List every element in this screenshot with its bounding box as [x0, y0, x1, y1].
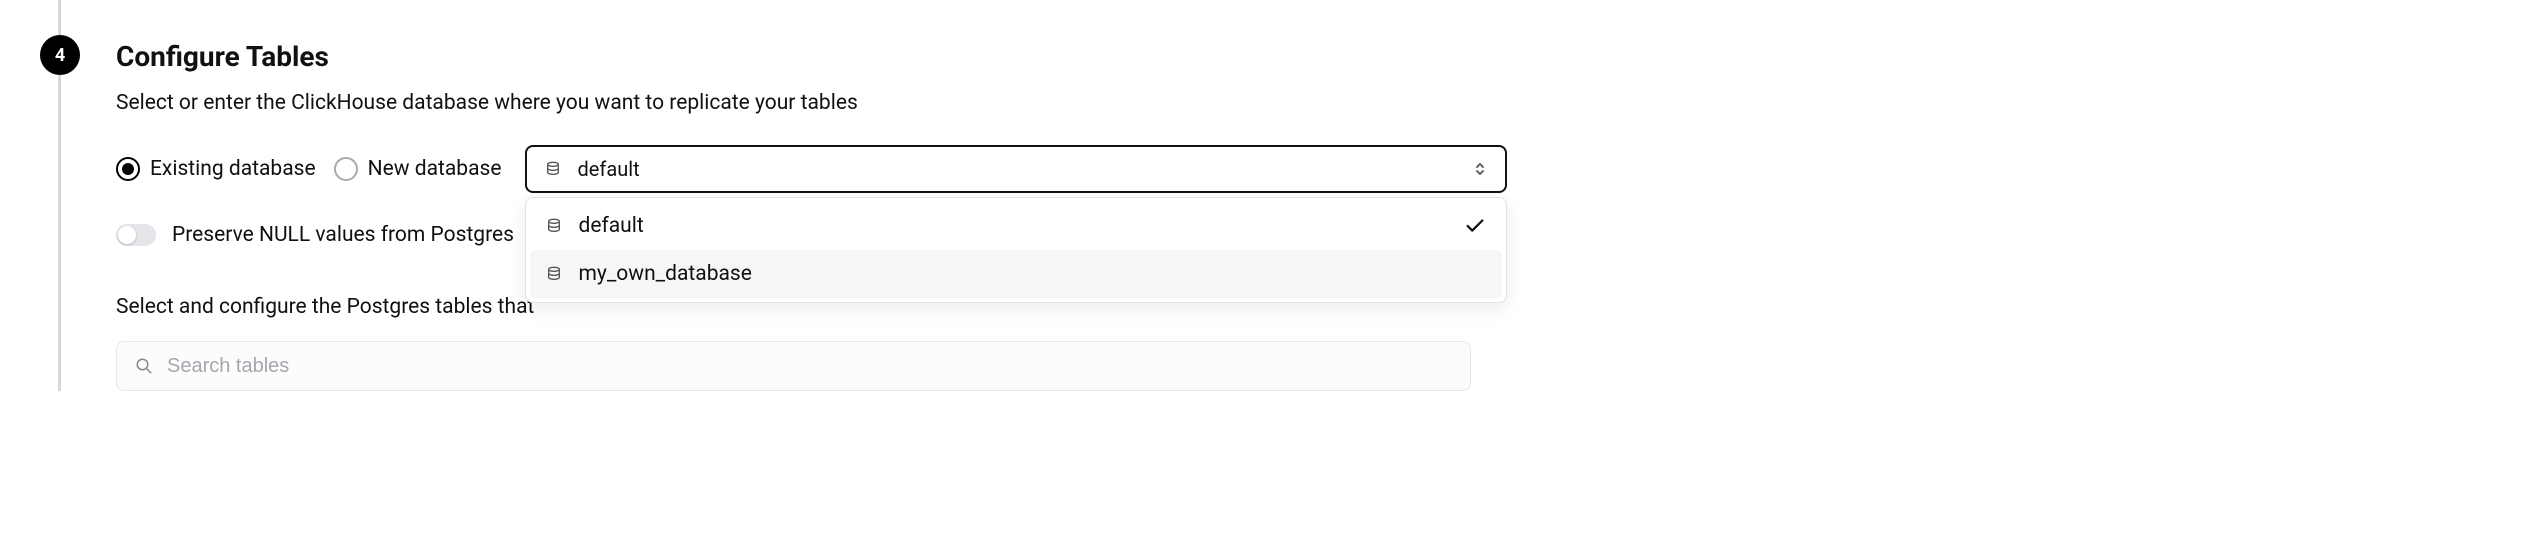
check-icon	[1464, 215, 1486, 237]
radio-label: Existing database	[150, 157, 316, 181]
database-icon	[546, 266, 562, 282]
database-select: default	[525, 145, 1507, 193]
database-icon	[546, 218, 562, 234]
dropdown-option-my-own-database[interactable]: my_own_database	[530, 250, 1502, 298]
radio-existing-database[interactable]: Existing database	[116, 157, 316, 181]
database-select-trigger[interactable]: default	[525, 145, 1507, 193]
search-tables-input[interactable]	[167, 355, 1452, 378]
database-select-value: default	[577, 157, 639, 181]
preserve-null-toggle[interactable]	[116, 224, 156, 246]
step-number-badge: 4	[40, 35, 80, 75]
search-icon	[135, 357, 153, 375]
db-mode-radio-group: Existing database New database	[116, 157, 501, 181]
dropdown-option-default[interactable]: default	[530, 202, 1502, 250]
step-title: Configure Tables	[116, 10, 2528, 91]
dropdown-option-label: default	[578, 214, 643, 238]
radio-label: New database	[368, 157, 502, 181]
toggle-knob	[118, 226, 136, 244]
database-dropdown: default	[525, 197, 1507, 303]
radio-circle-icon	[334, 157, 358, 181]
radio-circle-icon	[116, 157, 140, 181]
search-tables-box[interactable]	[116, 341, 1471, 391]
step-number: 4	[55, 45, 65, 66]
step-description: Select or enter the ClickHouse database …	[116, 91, 2528, 145]
chevron-up-down-icon	[1473, 160, 1487, 178]
database-mode-row: Existing database New database	[116, 145, 2528, 193]
preserve-null-label: Preserve NULL values from Postgres	[172, 223, 514, 247]
dropdown-option-label: my_own_database	[578, 262, 751, 286]
database-icon	[545, 161, 561, 177]
radio-new-database[interactable]: New database	[334, 157, 502, 181]
